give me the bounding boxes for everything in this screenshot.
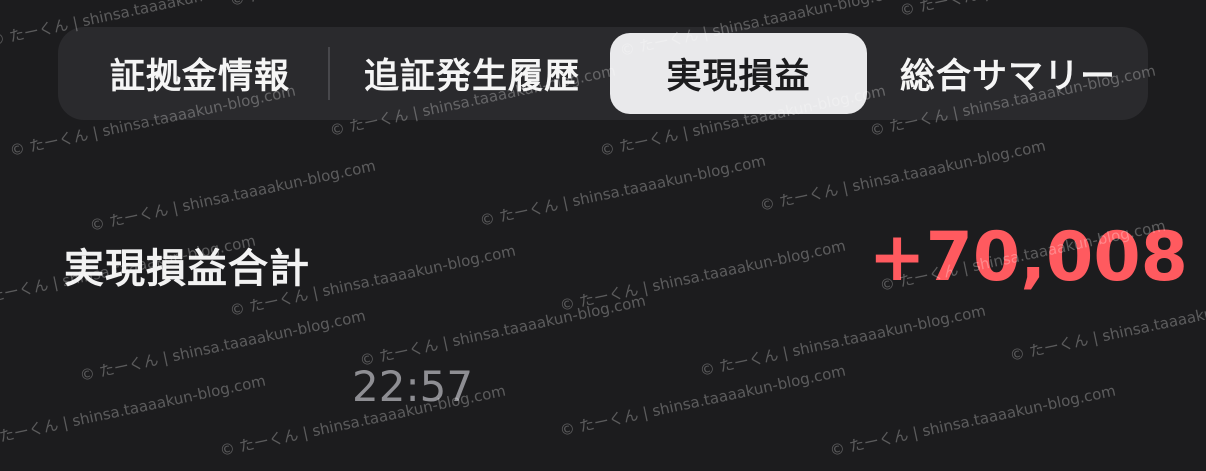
watermark: © たーくん | shinsa.taaaakun-blog.com [898,0,1188,21]
tab-divider [328,47,330,100]
timestamp: 22:57 [352,362,474,411]
watermark: © たーくん | shinsa.taaaakun-blog.com [78,306,368,385]
watermark: © たーくん | shinsa.taaaakun-blog.com [558,361,848,440]
realized-pnl-screen: 証拠金情報 追証発生履歴 実現損益 総合サマリー 実現損益合計 +70,008 … [0,0,1206,471]
watermark: © たーくん | shinsa.taaaakun-blog.com [558,236,848,315]
segmented-tab-bar: 証拠金情報 追証発生履歴 実現損益 総合サマリー [58,27,1148,120]
watermark: © たーくん | shinsa.taaaakun-blog.com [758,136,1048,215]
tab-overall-summary[interactable]: 総合サマリー [873,33,1143,114]
watermark: © たーくん | shinsa.taaaakun-blog.com [88,156,378,235]
watermark: © たーくん | shinsa.taaaakun-blog.com [478,151,768,230]
tab-realized-pnl[interactable]: 実現損益 [610,33,867,114]
watermark: © たーくん | shinsa.taaaakun-blog.com [358,291,648,370]
tab-margin-call-history[interactable]: 追証発生履歴 [334,33,610,114]
watermark: © たーくん | shinsa.taaaakun-blog.com [828,381,1118,460]
watermark: © たーくん | shinsa.taaaakun-blog.com [698,301,988,380]
realized-pnl-total-value: +70,008 [868,218,1188,297]
watermark: © たーくん | shinsa.taaaakun-blog.com [228,0,518,11]
watermark: © たーくん | shinsa.taaaakun-blog.com [0,371,268,450]
tab-margin-info[interactable]: 証拠金情報 [72,33,328,114]
realized-pnl-total-label: 実現損益合計 [64,246,310,292]
